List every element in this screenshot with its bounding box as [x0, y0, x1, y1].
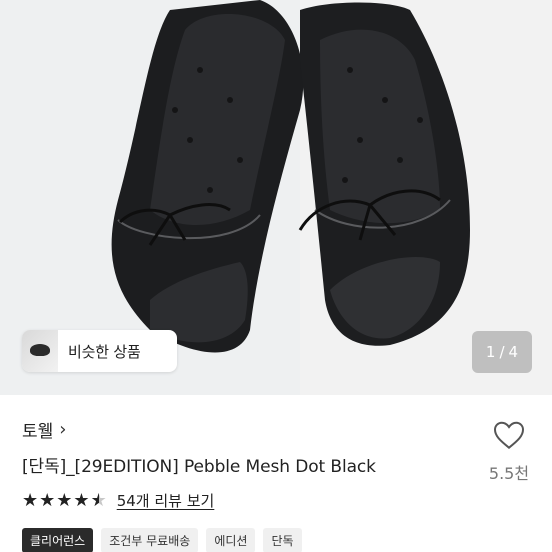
page-separator: /: [499, 343, 505, 361]
page-total: 4: [508, 343, 519, 361]
star-icon: ★: [56, 489, 73, 511]
star-icon: ★: [39, 489, 56, 511]
image-page-indicator: 1 / 4: [472, 331, 532, 373]
product-tags: 클리어런스 조건부 무료배송 에디션 단독: [22, 528, 302, 552]
product-title: [단독]_[29EDITION] Pebble Mesh Dot Black: [22, 457, 376, 477]
similar-products-label: 비슷한 상품: [68, 342, 141, 361]
page-current: 1: [485, 343, 496, 361]
heart-icon: [493, 421, 525, 449]
chevron-right-icon: ›: [59, 418, 67, 440]
similar-products-thumbnail: [22, 330, 58, 372]
star-icon: ★: [22, 489, 39, 511]
similar-products-button[interactable]: 비슷한 상품: [22, 330, 177, 372]
product-image-carousel[interactable]: 비슷한 상품 1 / 4: [0, 0, 552, 395]
tag-conditional-free-shipping: 조건부 무료배송: [101, 528, 199, 552]
tag-clearance: 클리어런스: [22, 528, 94, 552]
tag-exclusive: 단독: [263, 528, 302, 552]
star-icon: ★: [73, 489, 90, 511]
rating-row: ★ ★ ★ ★ ★ 54개 리뷰 보기: [22, 490, 214, 511]
brand-link[interactable]: 토웰 ›: [22, 417, 66, 442]
star-rating: ★ ★ ★ ★ ★: [22, 489, 107, 511]
reviews-link[interactable]: 54개 리뷰 보기: [117, 490, 215, 511]
like-button[interactable]: 5.5천: [484, 420, 534, 484]
brand-name: 토웰: [22, 422, 54, 442]
half-star-icon: ★: [90, 489, 107, 511]
like-count: 5.5천: [488, 464, 530, 483]
tag-edition: 에디션: [206, 528, 256, 552]
